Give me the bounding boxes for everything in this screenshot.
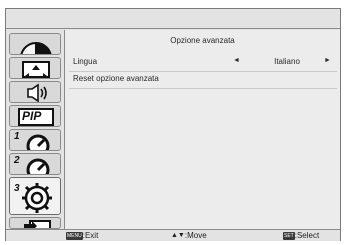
top-bar (6, 9, 340, 29)
content-panel: Opzione avanzata Lingua ◄ Italiano ► Res… (64, 30, 340, 229)
menu-item-label: Reset opzione avanzata (73, 74, 159, 83)
menu-item-reset-advanced-option[interactable]: Reset opzione avanzata (65, 74, 340, 86)
audio-icon (27, 83, 47, 102)
arrow-right-icon[interactable]: ► (324, 57, 331, 64)
menu-item-label: Lingua (73, 57, 98, 66)
exit-label: :Exit (82, 231, 99, 240)
osd-menu-window: PIP 1 2 3 Opzione avanzata Lingua ◄ Ital… (5, 8, 341, 241)
tab-screen[interactable] (9, 57, 61, 79)
separator (69, 88, 337, 89)
tab-configuration-1[interactable]: 1 (9, 129, 61, 151)
move-label: :Move (184, 231, 207, 240)
select-label: :Select (294, 231, 320, 240)
sidebar: PIP 1 2 3 (6, 30, 64, 229)
move-hint: ▲▼:Move (171, 231, 207, 241)
tab-number-1: 1 (14, 131, 20, 142)
move-arrows-icon: ▲▼ (171, 232, 185, 239)
picture-icon (20, 42, 52, 54)
tab-picture[interactable] (9, 33, 61, 55)
footer-hints: MENU:Exit ▲▼:Move SET:Select (6, 229, 340, 241)
tab-number-3: 3 (14, 183, 20, 194)
menu-item-lingua[interactable]: Lingua ◄ Italiano ► (65, 57, 340, 69)
menu-key-icon: MENU (66, 232, 83, 240)
page-title: Opzione avanzata (170, 36, 235, 45)
arrow-left-icon[interactable]: ◄ (233, 57, 240, 64)
screen-icon (22, 61, 50, 78)
select-hint: SET:Select (283, 231, 319, 241)
tab-number-2: 2 (14, 155, 20, 166)
tab-input[interactable] (9, 217, 61, 229)
exit-hint: MENU:Exit (66, 231, 98, 241)
set-key-icon: SET (283, 232, 295, 240)
tab-configuration-2[interactable]: 2 (9, 153, 61, 175)
language-value: Italiano (274, 57, 300, 66)
tab-audio[interactable] (9, 81, 61, 103)
input-icon (24, 220, 51, 228)
separator (69, 71, 337, 72)
tab-advanced-option[interactable]: 3 (9, 177, 61, 215)
pip-label: PIP (22, 109, 42, 123)
tab-pip[interactable]: PIP (9, 105, 61, 127)
